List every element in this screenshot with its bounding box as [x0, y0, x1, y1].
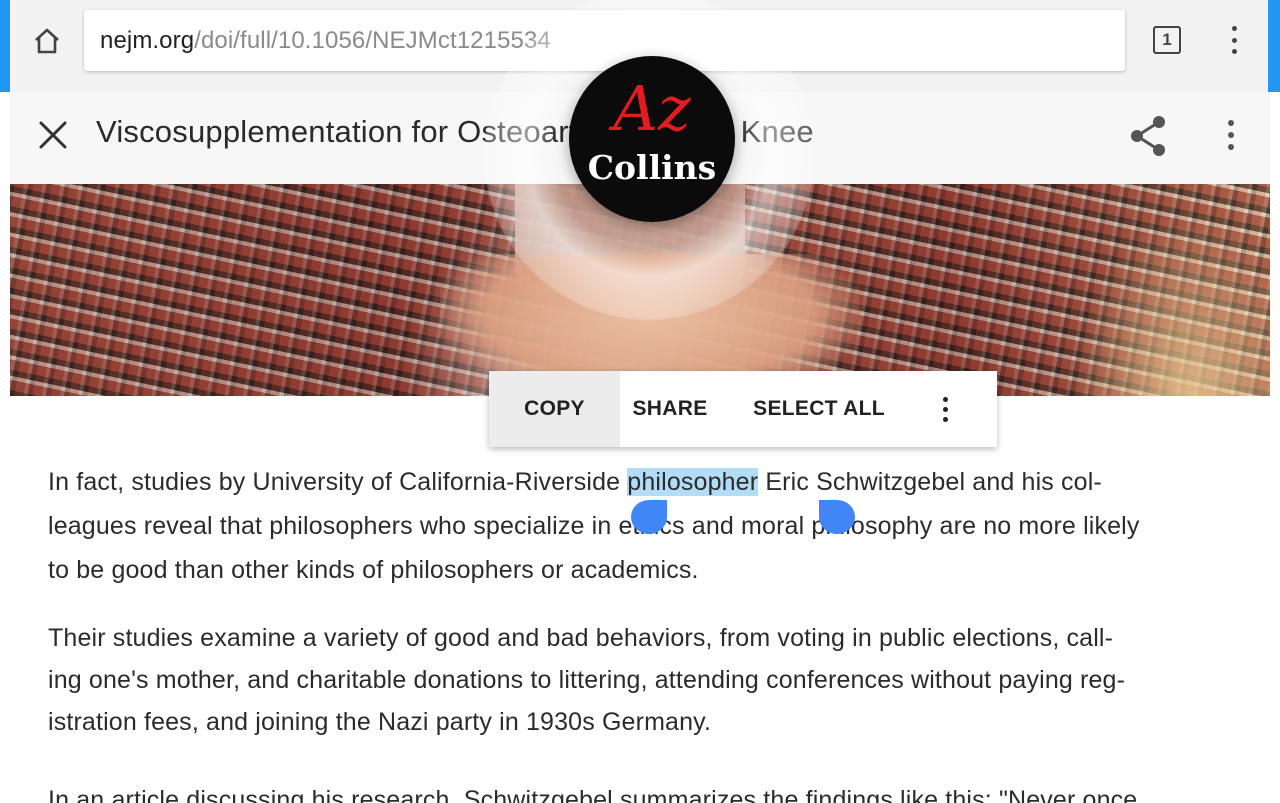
chrome-accent-left: [0, 0, 10, 92]
share-button[interactable]: SHARE: [620, 371, 720, 447]
tab-count: 1: [1162, 30, 1172, 49]
text-run: In fact, studies by University of Califo…: [48, 468, 628, 496]
url-host: nejm.org: [100, 26, 195, 54]
text-selection-menu: COPY SHARE SELECT ALL: [489, 371, 997, 447]
selection-handle-start[interactable]: [631, 500, 667, 534]
article-paragraph: In an article discussing his research, S…: [48, 778, 1248, 803]
home-icon[interactable]: [28, 22, 66, 60]
paragraph-line: to be good than other kinds of philosoph…: [48, 556, 699, 584]
select-all-button[interactable]: SELECT ALL: [720, 371, 918, 447]
share-icon[interactable]: [1128, 114, 1168, 158]
article-paragraph: Their studies examine a variety of good …: [48, 617, 1248, 743]
chrome-accent-right: [1268, 0, 1280, 92]
more-vert-icon[interactable]: [1222, 22, 1246, 58]
paragraph-line: In an article discussing his research, S…: [48, 786, 1138, 803]
collins-dictionary-bubble[interactable]: Az Collins: [569, 56, 735, 222]
more-vert-icon[interactable]: [918, 371, 972, 447]
collins-az-logo: Az: [613, 72, 691, 145]
more-vert-icon[interactable]: [1222, 117, 1240, 153]
tab-switcher-button[interactable]: 1: [1152, 25, 1182, 55]
close-icon[interactable]: [38, 120, 68, 150]
tabs-icon: 1: [1153, 26, 1181, 54]
paragraph-line: Their studies examine a variety of good …: [48, 624, 1114, 652]
copy-button[interactable]: COPY: [489, 371, 620, 447]
selection-handle-end[interactable]: [819, 500, 855, 534]
url-path: /doi/full/10.1056/NEJMct1215534: [194, 26, 551, 54]
selected-word[interactable]: philosopher: [627, 468, 759, 496]
paragraph-line: In fact, studies by University of Califo…: [48, 460, 1248, 504]
paragraph-line: ing one's mother, and charitable donatio…: [48, 666, 1126, 694]
collins-logo-text: Collins: [587, 148, 717, 187]
paragraph-line: istration fees, and joining the Nazi par…: [48, 708, 712, 736]
text-run: Eric Schwitzgebel and his col-: [758, 468, 1102, 496]
